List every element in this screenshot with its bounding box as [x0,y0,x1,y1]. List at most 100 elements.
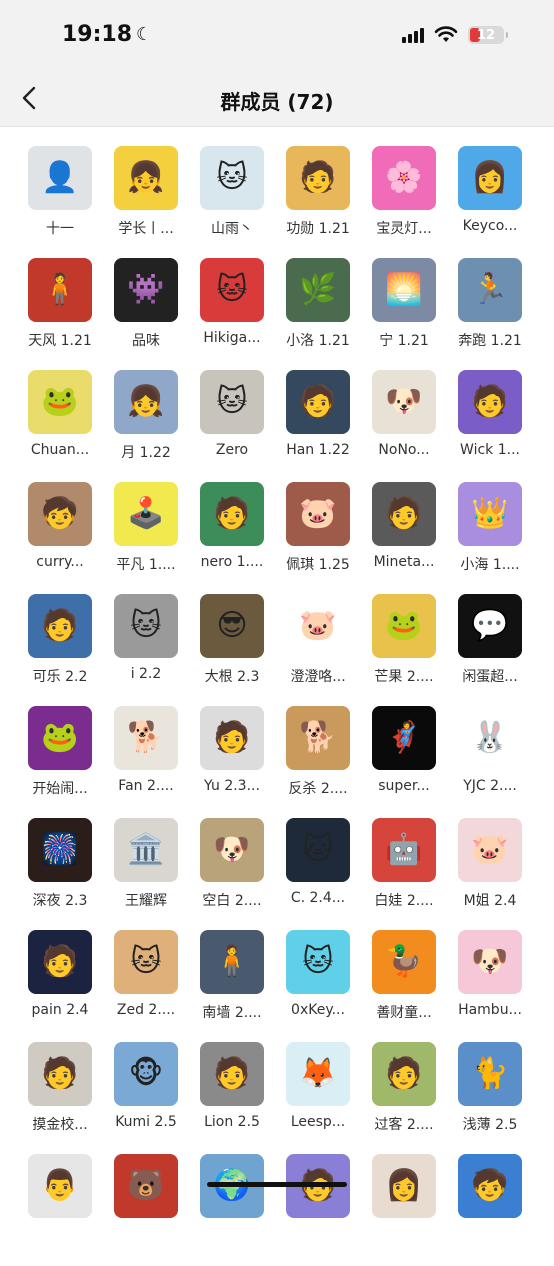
member-item[interactable]: 🧒 [447,1154,533,1266]
member-name: 佩琪 1.25 [286,557,350,573]
member-item[interactable]: 🦊 Leesp... [275,1042,361,1154]
member-name: 0xKey... [291,1002,345,1018]
member-item[interactable]: 👤 十一 [17,146,103,258]
member-name: 小海 1.... [460,557,520,573]
member-item[interactable]: 🐵 Kumi 2.5 [103,1042,189,1154]
avatar-icon: 🦆 [385,944,423,979]
member-item[interactable]: 🐕 反杀 2.... [275,706,361,818]
avatar-icon: 🧍 [41,272,79,307]
member-item[interactable]: 🐱 C. 2.4... [275,818,361,930]
member-item[interactable]: 🐱 Zed 2.... [103,930,189,1042]
avatar: 🐷 [286,594,350,658]
avatar-icon: 👩 [385,1168,423,1203]
avatar: 👤 [28,146,92,210]
member-item[interactable]: 🧑 摸金校... [17,1042,103,1154]
member-name: YJC 2.... [463,778,517,794]
member-item[interactable]: 🐰 YJC 2.... [447,706,533,818]
member-item[interactable]: 🐶 Hambu... [447,930,533,1042]
member-item[interactable]: 🧒 curry... [17,482,103,594]
avatar-icon: 🐱 [216,384,248,419]
member-item[interactable]: 🧑 Mineta... [361,482,447,594]
status-time: 19:18 ☾ [62,22,152,47]
member-item[interactable]: 🐷 澄澄咯... [275,594,361,706]
member-item[interactable]: 🐶 NoNo... [361,370,447,482]
avatar: 🏛️ [114,818,178,882]
avatar-icon: 👨 [41,1168,79,1203]
member-item[interactable]: 🐻 [103,1154,189,1266]
member-name: 白娃 2.... [374,893,434,909]
member-item[interactable]: 🕹️ 平凡 1.... [103,482,189,594]
member-item[interactable]: 🐷 佩琪 1.25 [275,482,361,594]
member-item[interactable]: 🐱 山雨丶 [189,146,275,258]
member-item[interactable]: 🐱 Zero [189,370,275,482]
member-item[interactable]: 🧑 可乐 2.2 [17,594,103,706]
member-item[interactable]: 🌸 宝灵灯... [361,146,447,258]
member-item[interactable]: 🏛️ 王耀辉 [103,818,189,930]
member-name: nero 1.... [200,554,264,570]
member-name: Han 1.22 [286,442,350,458]
member-item[interactable]: 🐸 开始闹... [17,706,103,818]
member-item[interactable]: 🧑 Wick 1... [447,370,533,482]
avatar: 🐱 [200,258,264,322]
avatar: 🐱 [200,370,264,434]
member-item[interactable]: 👨 [17,1154,103,1266]
member-name: M姐 2.4 [463,893,517,909]
member-item[interactable]: 🐶 空白 2.... [189,818,275,930]
member-item[interactable]: 🧑 Han 1.22 [275,370,361,482]
status-bar: 19:18 ☾ 12 [0,0,554,72]
member-item[interactable]: 🐈 浅薄 2.5 [447,1042,533,1154]
member-name: 奔跑 1.21 [458,333,522,349]
member-item[interactable]: 🧍 南墙 2.... [189,930,275,1042]
member-item[interactable]: 🧑 Lion 2.5 [189,1042,275,1154]
member-item[interactable]: 🦸 super... [361,706,447,818]
member-item[interactable]: 🌿 小洛 1.21 [275,258,361,370]
member-item[interactable]: 🏃 奔跑 1.21 [447,258,533,370]
avatar: 🧑 [286,146,350,210]
member-item[interactable]: 🌅 宁 1.21 [361,258,447,370]
member-item[interactable]: 🧑 功勋 1.21 [275,146,361,258]
avatar-icon: 🧑 [213,720,251,755]
member-item[interactable]: 🧑 [275,1154,361,1266]
member-item[interactable]: 🧑 pain 2.4 [17,930,103,1042]
member-item[interactable]: 🧑 过客 2.... [361,1042,447,1154]
moon-icon: ☾ [136,23,153,45]
member-name: Lion 2.5 [204,1114,260,1130]
avatar-icon: 👧 [127,384,165,419]
avatar-icon: 🧑 [213,496,251,531]
member-item[interactable]: 🐸 Chuan... [17,370,103,482]
member-item[interactable]: 👩 Keyco... [447,146,533,258]
member-item[interactable]: 🐱 Hikiga... [189,258,275,370]
member-item[interactable]: 🧍 天风 1.21 [17,258,103,370]
member-item[interactable]: 👩 [361,1154,447,1266]
member-item[interactable]: 👧 学长丨... [103,146,189,258]
member-item[interactable]: 👾 品味 [103,258,189,370]
member-name: Hikiga... [203,330,261,346]
member-item[interactable]: 🎆 深夜 2.3 [17,818,103,930]
avatar-icon: 🐶 [385,384,423,419]
member-name: 开始闹... [32,781,88,797]
member-item[interactable]: 😎 大根 2.3 [189,594,275,706]
member-item[interactable]: 🐱 i 2.2 [103,594,189,706]
member-item[interactable]: 🐷 M姐 2.4 [447,818,533,930]
member-name: 澄澄咯... [290,669,346,685]
avatar: 🧑 [28,930,92,994]
avatar-icon: 👑 [471,496,509,531]
avatar-icon: 🧑 [41,608,79,643]
member-item[interactable]: 💬 闲蛋超... [447,594,533,706]
member-item[interactable]: 🦆 善财童... [361,930,447,1042]
avatar-icon: 🧑 [41,944,79,979]
avatar: 🐻 [114,1154,178,1218]
member-item[interactable]: 🐱 0xKey... [275,930,361,1042]
member-item[interactable]: 🧑 nero 1.... [189,482,275,594]
member-item[interactable]: 🐸 芒果 2.... [361,594,447,706]
avatar: 🏃 [458,258,522,322]
home-indicator[interactable] [207,1182,347,1187]
member-item[interactable]: 🤖 白娃 2.... [361,818,447,930]
member-item[interactable]: 🌍 [189,1154,275,1266]
member-name: Zero [215,442,249,458]
member-item[interactable]: 🐕 Fan 2.... [103,706,189,818]
member-item[interactable]: 🧑 Yu 2.3... [189,706,275,818]
member-item[interactable]: 👧 月 1.22 [103,370,189,482]
member-name: 摸金校... [32,1117,88,1133]
member-item[interactable]: 👑 小海 1.... [447,482,533,594]
